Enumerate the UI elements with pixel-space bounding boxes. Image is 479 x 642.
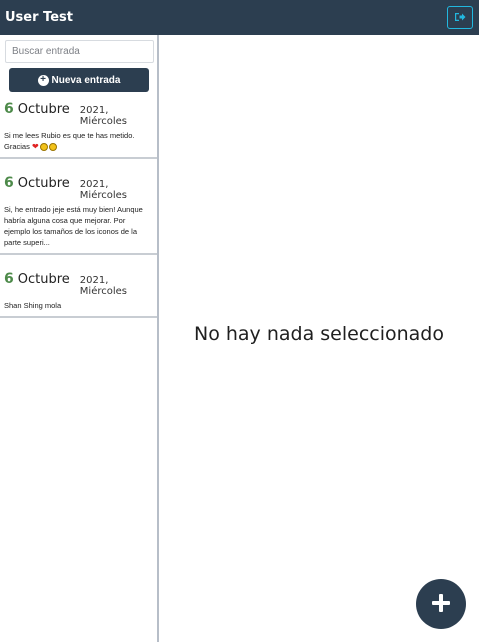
app-root: User Test + Nueva entrada 6 Octubre 2021	[0, 0, 479, 642]
journal-entry[interactable]: 6 Octubre 2021, Miércoles Si, he entrado…	[0, 159, 157, 255]
journal-entry[interactable]: 6 Octubre 2021, Miércoles Si me lees Rub…	[0, 97, 157, 159]
main-area: No hay nada seleccionado	[159, 35, 479, 642]
entry-date: 6 Octubre 2021, Miércoles	[4, 271, 153, 297]
entry-date: 6 Octubre 2021, Miércoles	[4, 101, 153, 127]
sign-out-icon	[454, 10, 466, 25]
new-entry-label: Nueva entrada	[51, 74, 121, 86]
entry-text: Shan Shing mola	[4, 301, 62, 310]
entry-date: 6 Octubre 2021, Miércoles	[4, 175, 153, 201]
plus-circle-icon: +	[37, 74, 49, 86]
content: + Nueva entrada 6 Octubre 2021, Miércole…	[0, 35, 479, 642]
logout-button[interactable]	[447, 6, 473, 29]
entry-day: 6	[4, 175, 14, 191]
entry-month: Octubre	[17, 272, 70, 287]
search-input[interactable]	[5, 40, 154, 63]
user-name: User Test	[5, 10, 73, 25]
navbar: User Test	[0, 0, 479, 35]
empty-state-message: No hay nada seleccionado	[194, 322, 444, 345]
entry-year-weekday: 2021, Miércoles	[79, 275, 127, 297]
entry-preview: Si me lees Rubio es que te has metido. G…	[4, 130, 153, 152]
grinning-face-icon	[39, 143, 48, 152]
add-entry-fab[interactable]	[416, 579, 466, 629]
plus-icon	[431, 593, 451, 616]
new-entry-button[interactable]: + Nueva entrada	[9, 68, 149, 92]
entry-month: Octubre	[17, 102, 70, 117]
entry-day: 6	[4, 271, 14, 287]
journal-entry[interactable]: 6 Octubre 2021, Miércoles Shan Shing mol…	[0, 255, 157, 318]
entry-month: Octubre	[17, 176, 70, 191]
entry-text: Si, he entrado jeje está muy bien! Aunqu…	[4, 205, 143, 247]
entry-preview: Shan Shing mola	[4, 300, 153, 311]
entry-text: Si me lees Rubio es que te has metido. G…	[4, 131, 135, 151]
heart-emoji-icon: ❤	[31, 142, 39, 151]
entry-day: 6	[4, 101, 14, 117]
entry-preview: Si, he entrado jeje está muy bien! Aunqu…	[4, 204, 153, 248]
grinning-face-icon	[48, 143, 57, 152]
entry-year-weekday: 2021, Miércoles	[79, 179, 127, 201]
entry-year-weekday: 2021, Miércoles	[79, 105, 127, 127]
sidebar: + Nueva entrada 6 Octubre 2021, Miércole…	[0, 35, 159, 642]
